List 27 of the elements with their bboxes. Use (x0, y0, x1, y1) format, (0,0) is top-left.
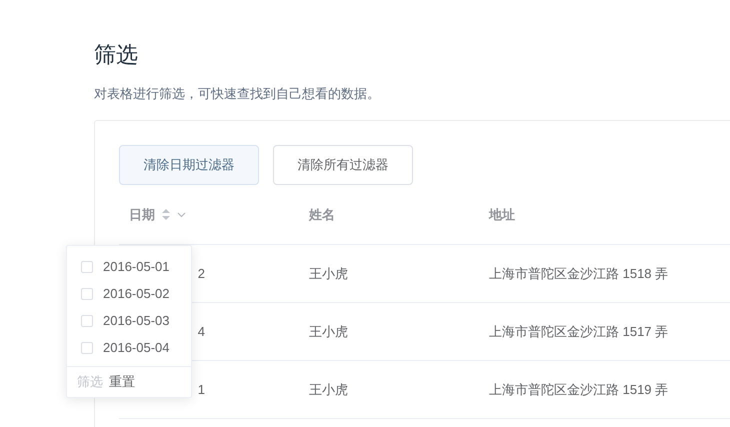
table-cell: 王小虎 (309, 266, 348, 280)
checkbox-label[interactable]: 2016-05-03 (103, 313, 170, 328)
caret-icon[interactable] (177, 212, 186, 218)
table-cell: 2 (198, 266, 205, 281)
clear-filter-button[interactable]: 清除日期过滤器 (119, 145, 259, 185)
checkbox[interactable] (81, 260, 93, 272)
column-header: 地址 (489, 206, 515, 224)
table-cell: 上海市普陀区金沙江路 1518 弄 (489, 266, 668, 280)
table-cell: 1 (198, 382, 205, 397)
table-cell: 王小虎 (309, 382, 348, 396)
checkbox[interactable] (81, 288, 93, 300)
checkbox-label[interactable]: 2016-05-01 (103, 259, 170, 274)
sort-icon[interactable] (161, 208, 171, 221)
column-header: 日期 (129, 206, 155, 224)
table-cell: 上海市普陀区金沙江路 1519 弄 (489, 382, 668, 396)
table-cell: 上海市普陀区金沙江路 1517 弄 (489, 324, 668, 338)
table-cell: 王小虎 (309, 324, 348, 338)
page-description: 对表格进行筛选，可快速查找到自己想看的数据。 (94, 85, 380, 103)
column-header: 姓名 (309, 206, 335, 224)
checkbox-label[interactable]: 2016-05-02 (103, 286, 170, 301)
page-title: 筛选 (94, 41, 138, 69)
filter-action-button[interactable]: 重置 (109, 373, 135, 391)
table-cell: 4 (198, 324, 205, 339)
checkbox[interactable] (81, 342, 93, 354)
clear-filter-button[interactable]: 清除所有过滤器 (273, 145, 413, 185)
checkbox-label[interactable]: 2016-05-04 (103, 340, 170, 355)
checkbox[interactable] (81, 314, 93, 326)
